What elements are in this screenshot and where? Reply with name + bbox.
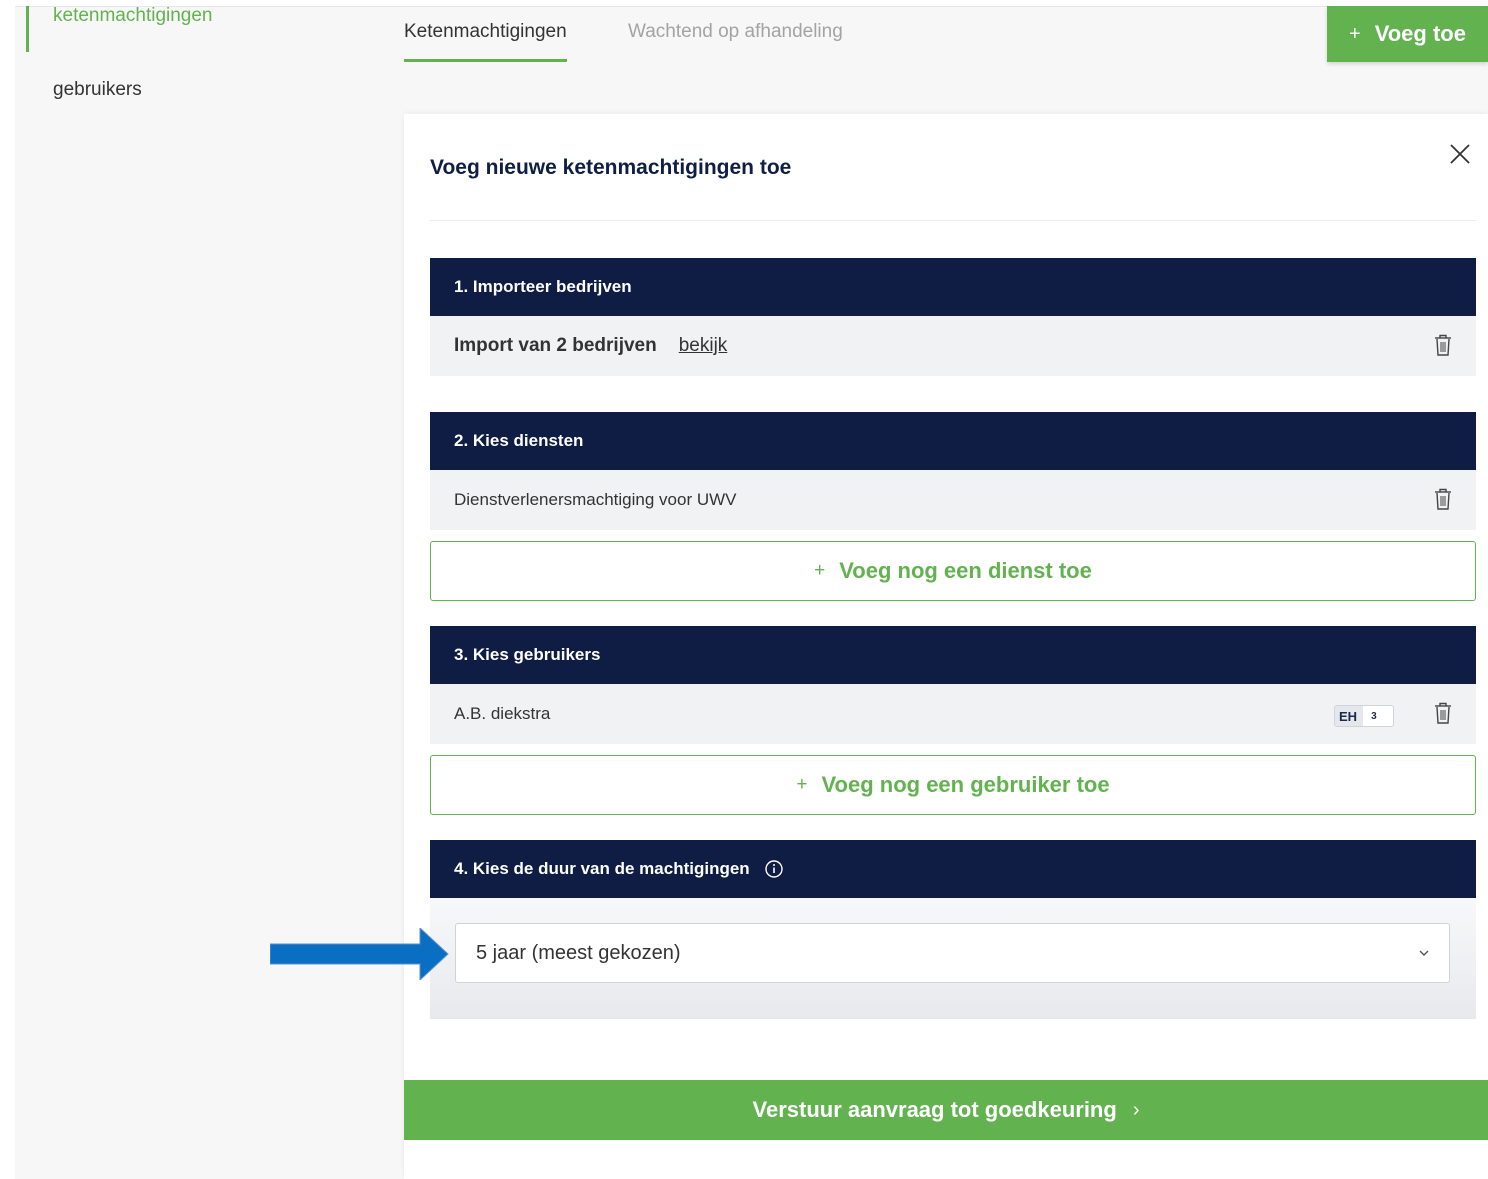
section-header-duration: 4. Kies de duur van de machtigingen	[430, 840, 1476, 898]
modal-title: Voeg nieuwe ketenmachtigingen toe	[430, 156, 792, 179]
duration-select-value: 5 jaar (meest gekozen)	[476, 941, 681, 964]
section-title: 4. Kies de duur van de machtigingen	[454, 859, 750, 878]
section-title: 3. Kies gebruikers	[454, 645, 601, 664]
import-summary: Import van 2 bedrijven	[454, 335, 657, 356]
plus-icon: +	[1349, 22, 1361, 45]
sidebar-active-indicator	[26, 6, 29, 52]
import-row: Import van 2 bedrijven bekijk	[430, 316, 1476, 376]
view-import-link[interactable]: bekijk	[679, 335, 728, 357]
section-header-services: 2. Kies diensten	[430, 412, 1476, 470]
section-title: 1. Importeer bedrijven	[454, 277, 632, 296]
user-row: A.B. diekstra EH 3	[430, 684, 1476, 744]
close-icon[interactable]	[1448, 142, 1472, 166]
add-chain-authorization-modal: Voeg nieuwe ketenmachtigingen toe 1. Imp…	[404, 114, 1488, 1179]
chevron-down-icon	[1419, 950, 1429, 956]
duration-select[interactable]: 5 jaar (meest gekozen)	[455, 923, 1450, 983]
plus-icon: +	[796, 774, 808, 795]
tab-wachtend-op-afhandeling[interactable]: Wachtend op afhandeling	[628, 21, 843, 59]
add-user-button[interactable]: + Voeg nog een gebruiker toe	[430, 755, 1476, 815]
modal-divider	[430, 220, 1476, 221]
add-service-button[interactable]: + Voeg nog een dienst toe	[430, 541, 1476, 601]
user-name: A.B. diekstra	[454, 704, 551, 723]
trash-icon[interactable]	[1434, 701, 1452, 725]
trash-icon[interactable]	[1434, 333, 1452, 357]
service-row: Dienstverlenersmachtiging voor UWV	[430, 470, 1476, 530]
arrow-annotation-icon	[270, 928, 449, 980]
eh-level-badge: EH 3	[1334, 705, 1394, 727]
add-user-label: Voeg nog een gebruiker toe	[821, 772, 1110, 797]
tab-ketenmachtigingen[interactable]: Ketenmachtigingen	[404, 21, 567, 62]
submit-label: Verstuur aanvraag tot goedkeuring	[752, 1097, 1117, 1122]
trash-icon[interactable]	[1434, 487, 1452, 511]
add-service-label: Voeg nog een dienst toe	[839, 558, 1092, 583]
eh-label: EH	[1335, 706, 1364, 726]
plus-icon: +	[814, 560, 826, 581]
chevron-right-icon: ›	[1132, 1098, 1140, 1121]
section-header-users: 3. Kies gebruikers	[430, 626, 1476, 684]
service-name: Dienstverlenersmachtiging voor UWV	[454, 490, 737, 509]
eh-level: 3	[1371, 710, 1377, 722]
submit-for-approval-button[interactable]: Verstuur aanvraag tot goedkeuring ›	[404, 1080, 1488, 1140]
add-button-label: Voeg toe	[1374, 21, 1466, 46]
section-title: 2. Kies diensten	[454, 431, 584, 450]
add-button[interactable]: + Voeg toe	[1327, 6, 1488, 62]
info-icon[interactable]	[764, 859, 784, 879]
section-header-import: 1. Importeer bedrijven	[430, 258, 1476, 316]
duration-panel: 5 jaar (meest gekozen)	[430, 898, 1476, 1019]
sidebar-item-gebruikers[interactable]: gebruikers	[53, 79, 142, 101]
sidebar-item-ketenmachtigingen[interactable]: ketenmachtigingen	[53, 5, 213, 27]
